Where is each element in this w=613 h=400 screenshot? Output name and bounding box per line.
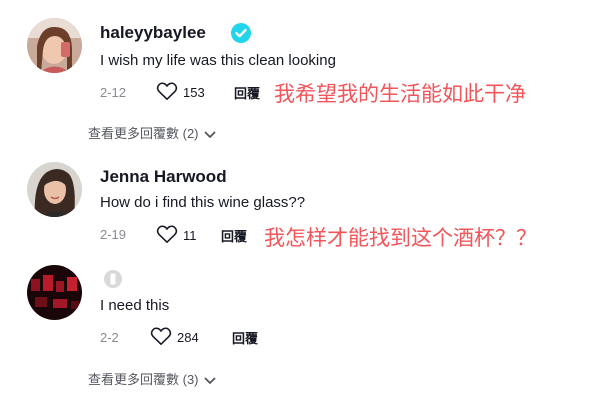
avatar[interactable] — [27, 18, 82, 73]
reply-button[interactable]: 回覆 — [221, 226, 247, 245]
comment-date: 2-2 — [100, 330, 119, 345]
comment-item: haleyybaylee I wish my life was this cle… — [0, 0, 613, 150]
heart-outline-icon[interactable] — [150, 326, 172, 346]
view-more-label: 查看更多回覆數 (3) — [88, 372, 199, 387]
comment-date: 2-12 — [100, 85, 127, 100]
reply-button[interactable]: 回覆 — [234, 83, 260, 102]
avatar[interactable] — [27, 265, 82, 320]
chevron-down-icon — [204, 377, 215, 384]
translation-annotation: 我希望我的生活能如此干净 — [274, 82, 526, 106]
username[interactable]: haleyybaylee — [100, 23, 206, 43]
view-more-replies[interactable]: 查看更多回覆數 (2) — [88, 123, 216, 142]
reply-button[interactable]: 回覆 — [232, 328, 258, 347]
avatar[interactable] — [27, 162, 82, 217]
username[interactable]: Jenna Harwood — [100, 167, 227, 187]
like-count: 11 — [183, 228, 197, 243]
comment-date: 2-19 — [100, 227, 127, 242]
view-more-label: 查看更多回覆數 (2) — [88, 126, 199, 141]
like-count: 284 — [177, 330, 199, 345]
comment-text: I wish my life was this clean looking — [100, 52, 336, 69]
verified-check-icon — [231, 23, 251, 43]
heart-outline-icon[interactable] — [156, 224, 178, 244]
comment-text: I need this — [100, 297, 170, 314]
heart-outline-icon[interactable] — [156, 81, 178, 101]
view-more-replies[interactable]: 查看更多回覆數 (3) — [88, 369, 216, 388]
like-count: 153 — [183, 85, 205, 100]
comment-item: I need this 2-2 284 回覆 查看更多回覆數 (3) — [0, 260, 613, 400]
comment-text: How do i find this wine glass?? — [100, 194, 306, 211]
placeholder-avatar-icon — [104, 270, 122, 288]
translation-annotation: 我怎样才能找到这个酒杯？？ — [264, 226, 537, 250]
chevron-down-icon — [204, 131, 215, 138]
comment-item: Jenna Harwood How do i find this wine gl… — [0, 150, 613, 260]
